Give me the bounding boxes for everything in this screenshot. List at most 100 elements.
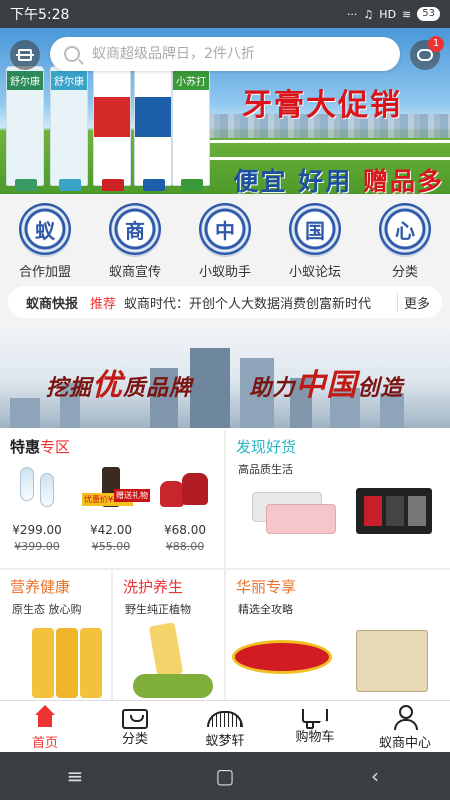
- deals-title: 特惠专区: [10, 436, 224, 457]
- porcelain-plate-icon: 商: [109, 203, 161, 255]
- back-icon[interactable]: ‹: [335, 764, 415, 788]
- toothpaste-tube: 舒尔康: [50, 66, 88, 191]
- deal-old-price: ¥55.00: [91, 540, 131, 553]
- news-more-link[interactable]: 更多: [396, 292, 430, 312]
- slogan-text: 助力: [249, 376, 296, 401]
- toothpaste-tube: 舒尔康: [6, 66, 44, 191]
- bottom-nav: 首页 分类 蚁梦轩 购物车 蚁商中心: [0, 700, 450, 752]
- nav-home[interactable]: 首页: [0, 701, 90, 752]
- category-join[interactable]: 蚁 合作加盟: [0, 194, 90, 282]
- brand-slogan: 挖掘优质品牌 助力中国创造: [46, 360, 403, 404]
- slogan-text: 挖掘: [46, 376, 93, 401]
- deal-price: ¥68.00: [164, 523, 206, 537]
- news-headline[interactable]: 蚁商时代：开创个人大数据消费创富新时代: [124, 293, 397, 312]
- sachet-image: [148, 467, 222, 519]
- home-square-icon[interactable]: ▢: [185, 764, 265, 788]
- brand-banner[interactable]: 挖掘优质品牌 助力中国创造: [0, 326, 450, 428]
- fence-graphic: [200, 140, 450, 160]
- user-icon: [392, 705, 418, 730]
- deal-items: ¥299.00 ¥399.00 优惠价¥42.0 赠送礼物 ¥42.00 ¥55…: [0, 467, 224, 553]
- deal-item[interactable]: 优惠价¥42.0 赠送礼物 ¥42.00 ¥55.00: [74, 467, 150, 553]
- nav-cart[interactable]: 购物车: [270, 701, 360, 752]
- slogan-text: 创造: [357, 376, 404, 401]
- wifi-icon: ≋: [402, 7, 412, 21]
- news-bar[interactable]: 蚁商快报 推荐 蚁商时代：开创个人大数据消费创富新时代 更多: [8, 286, 442, 318]
- deal-item[interactable]: ¥299.00 ¥399.00: [0, 467, 74, 553]
- search-input[interactable]: [92, 46, 392, 62]
- promo-subtitle: 便宜 好用 赠品多: [234, 162, 444, 194]
- nav-category[interactable]: 分类: [90, 701, 180, 752]
- nav-label: 首页: [31, 736, 58, 751]
- slogan-text: 中国: [295, 368, 358, 403]
- earrings-image: [0, 467, 74, 519]
- deal-price: ¥42.00: [90, 523, 132, 537]
- category-label: 分类: [391, 265, 418, 280]
- slogan-text: 优: [92, 368, 124, 403]
- status-bar: 下午5:28 ··· ♫ HD ≋ 53: [0, 0, 450, 28]
- news-ticker: 蚁商快报 推荐 蚁商时代：开创个人大数据消费创富新时代 更多: [0, 282, 450, 326]
- product-label: 小苏打: [173, 71, 209, 90]
- deal-old-price: ¥88.00: [165, 540, 205, 553]
- menu-icon[interactable]: ≡: [35, 764, 115, 788]
- category-classify[interactable]: 心 分类: [360, 194, 450, 282]
- category-row: 蚁 合作加盟 商 蚁商宣传 中 小蚁助手 国 小蚁论坛 心 分类: [0, 194, 450, 282]
- deals-title-accent: 专区: [40, 438, 71, 456]
- promo-subtitle-part: 赠品多: [362, 167, 444, 194]
- product-label: 舒尔康: [51, 71, 87, 90]
- luxury-title: 华丽专享: [236, 578, 297, 596]
- product-grid: 特惠专区 ¥299.00 ¥399.00 优惠价¥42.0 赠送礼物 ¥42.0…: [0, 430, 450, 700]
- cart-icon: [302, 709, 328, 729]
- deals-title-main: 特惠: [10, 438, 41, 456]
- care-panel[interactable]: 洗护养生 野生纯正植物: [113, 570, 224, 700]
- bottle-image: 优惠价¥42.0 赠送礼物: [74, 467, 150, 519]
- message-count-badge: 1: [428, 36, 444, 52]
- signal-icon: HD: [379, 7, 397, 21]
- porcelain-plate-icon: 中: [199, 203, 251, 255]
- deal-old-price: ¥399.00: [14, 540, 60, 553]
- nav-label: 分类: [121, 732, 148, 747]
- deals-panel[interactable]: 特惠专区 ¥299.00 ¥399.00 优惠价¥42.0 赠送礼物 ¥42.0…: [0, 430, 224, 568]
- nav-label: 蚁梦轩: [205, 734, 245, 749]
- scan-button[interactable]: [10, 40, 40, 70]
- chat-bubble-icon: [417, 49, 433, 61]
- status-time: 下午5:28: [10, 7, 70, 23]
- news-tag: 推荐: [90, 296, 117, 312]
- porcelain-plate-icon: 蚁: [19, 203, 71, 255]
- deal-item[interactable]: ¥68.00 ¥88.00: [148, 467, 222, 553]
- discover-panel[interactable]: 发现好货 高品质生活: [226, 430, 450, 568]
- nav-user-center[interactable]: 蚁商中心: [360, 701, 450, 752]
- category-promo[interactable]: 商 蚁商宣传: [90, 194, 180, 282]
- luxury-subtitle: 精选全攻略: [238, 603, 293, 616]
- battery-icon: 53: [417, 7, 440, 21]
- nav-label: 购物车: [295, 730, 335, 745]
- dots-icon: ···: [346, 7, 358, 21]
- deal-price: ¥299.00: [12, 523, 62, 537]
- category-forum[interactable]: 国 小蚁论坛: [270, 194, 360, 282]
- deal-gift-tag: 赠送礼物: [114, 489, 150, 502]
- promo-subtitle-part: 好用: [298, 167, 353, 194]
- category-label: 小蚁助手: [198, 265, 251, 280]
- headphones-icon: ♫: [363, 7, 374, 21]
- fan-icon: [207, 711, 243, 727]
- messages-button[interactable]: 1: [410, 36, 444, 70]
- care-title: 洗护养生: [123, 578, 184, 596]
- nutrition-title: 营养健康: [10, 578, 71, 596]
- slogan-text: 质品牌: [123, 376, 193, 401]
- nutrition-panel[interactable]: 营养健康 原生态 放心购: [0, 570, 111, 700]
- status-icons: ··· ♫ HD ≋ 53: [347, 7, 440, 21]
- category-label: 蚁商宣传: [108, 265, 161, 280]
- luxury-panel[interactable]: 华丽专享 精选全攻略: [226, 570, 450, 700]
- nav-label: 蚁商中心: [378, 736, 431, 751]
- category-assistant[interactable]: 中 小蚁助手: [180, 194, 270, 282]
- category-label: 合作加盟: [18, 265, 71, 280]
- toothpaste-tube: [134, 66, 172, 191]
- discover-subtitle: 高品质生活: [238, 463, 293, 476]
- promo-subtitle-part: 便宜: [233, 167, 288, 194]
- nav-yimengxuan[interactable]: 蚁梦轩: [180, 701, 270, 752]
- care-subtitle: 野生纯正植物: [125, 603, 191, 616]
- porcelain-plate-icon: 国: [289, 203, 341, 255]
- promo-title: 牙膏大促销: [242, 88, 402, 123]
- discover-title: 发现好货: [236, 438, 297, 456]
- product-label: 舒尔康: [7, 71, 43, 90]
- search-bar[interactable]: [50, 37, 400, 71]
